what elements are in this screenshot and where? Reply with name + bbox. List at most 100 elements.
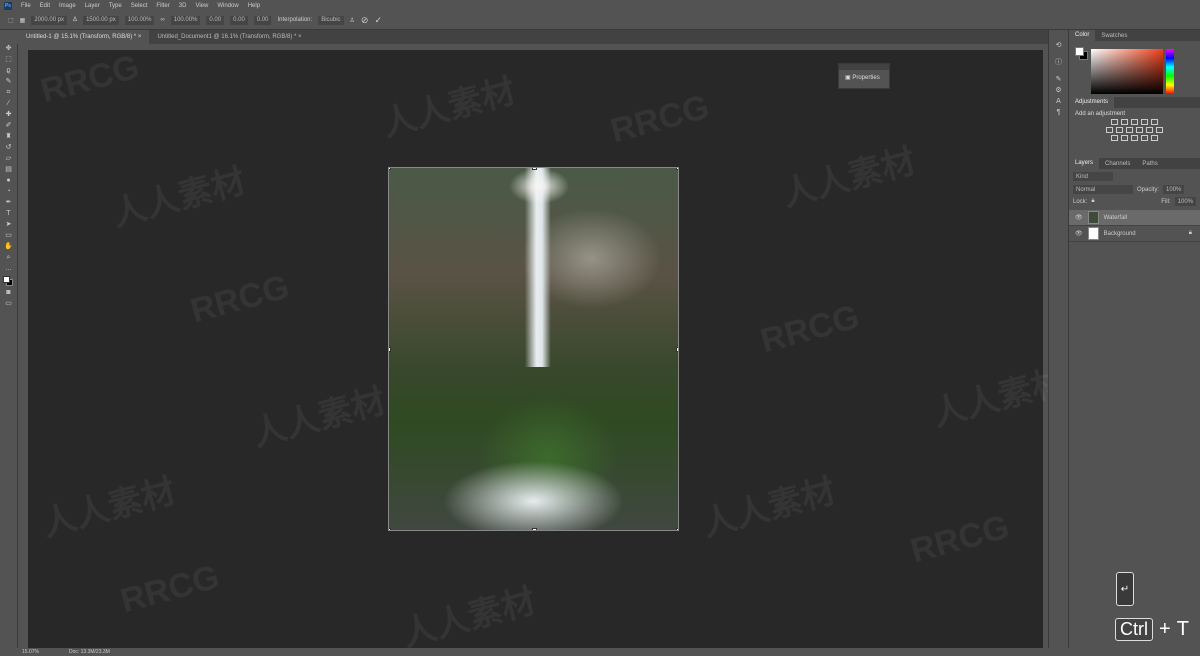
healing-tool-icon[interactable]: ✚ — [4, 111, 14, 118]
cancel-icon[interactable]: ⊘ — [361, 15, 369, 26]
link-icon[interactable]: ∞ — [160, 17, 164, 23]
foreground-swatch[interactable] — [1075, 47, 1084, 56]
angle-field[interactable]: 0.00 — [206, 15, 225, 25]
transform-icon[interactable]: ⬚ — [8, 17, 14, 24]
quick-mask-icon[interactable]: ◙ — [4, 289, 14, 296]
brush-settings-icon[interactable]: ✎ — [1054, 76, 1064, 83]
eraser-tool-icon[interactable]: ▱ — [4, 155, 14, 162]
info-icon[interactable]: ⓘ — [1054, 59, 1064, 66]
transform-handle[interactable] — [532, 528, 537, 530]
enter-key-overlay: ↵ — [1116, 572, 1134, 606]
move-tool-icon[interactable]: ✥ — [4, 45, 14, 52]
menu-file[interactable]: File — [21, 3, 31, 9]
hand-tool-icon[interactable]: ✋ — [4, 243, 14, 250]
zoom-level[interactable]: 15.07% — [22, 649, 39, 655]
more-tools-icon[interactable]: … — [4, 265, 14, 272]
stamp-tool-icon[interactable]: ♜ — [4, 133, 14, 140]
menu-select[interactable]: Select — [131, 3, 148, 9]
plus-sign: + — [1159, 618, 1171, 640]
adjustment-icons-row[interactable] — [1075, 135, 1194, 141]
menu-type[interactable]: Type — [109, 3, 122, 9]
t-key: T — [1176, 618, 1189, 640]
menu-window[interactable]: Window — [217, 3, 238, 9]
screen-mode-icon[interactable]: ▭ — [4, 300, 14, 307]
tab-document-1[interactable]: Untitled-1 @ 15.1% (Transform, RGB/8) * … — [18, 30, 150, 44]
clone-source-icon[interactable]: ⚙ — [1054, 87, 1064, 94]
y-field[interactable]: 1500.00 px — [83, 15, 119, 25]
shape-tool-icon[interactable]: ▭ — [4, 232, 14, 239]
lasso-tool-icon[interactable]: ϱ — [4, 67, 14, 74]
menu-layer[interactable]: Layer — [85, 3, 100, 9]
color-field[interactable] — [1091, 49, 1163, 94]
dodge-tool-icon[interactable]: ◔ — [4, 188, 14, 195]
blend-mode-select[interactable]: Normal — [1073, 185, 1133, 194]
menu-view[interactable]: View — [195, 3, 208, 9]
menu-3d[interactable]: 3D — [179, 3, 187, 9]
width-field[interactable]: 100.00% — [124, 15, 155, 25]
transform-handle[interactable] — [389, 168, 391, 170]
pen-tool-icon[interactable]: ✒ — [4, 199, 14, 206]
color-swatches[interactable] — [0, 276, 17, 288]
tab-channels[interactable]: Channels — [1099, 161, 1136, 167]
transform-handle[interactable] — [676, 347, 678, 352]
paragraph-icon[interactable]: ¶ — [1054, 109, 1064, 116]
transform-handle[interactable] — [676, 528, 678, 530]
reference-point-icon[interactable]: ▦ — [20, 17, 26, 24]
opacity-field[interactable]: 100% — [1163, 185, 1185, 194]
type-tool-icon[interactable]: T — [4, 210, 14, 217]
waterfall-photo[interactable] — [388, 167, 679, 531]
transform-handle[interactable] — [389, 347, 391, 352]
height-field[interactable]: 100.00% — [170, 15, 201, 25]
eyedropper-tool-icon[interactable]: ⁄ — [4, 100, 14, 107]
transform-handle[interactable] — [676, 168, 678, 170]
tab-paths[interactable]: Paths — [1136, 161, 1163, 167]
transform-handle[interactable] — [532, 168, 537, 170]
tab-document-2[interactable]: Untitled_Document1 @ 16.1% (Transform, R… — [149, 30, 310, 44]
close-icon[interactable]: × — [298, 34, 302, 40]
brush-tool-icon[interactable]: ✐ — [4, 122, 14, 129]
tab-color[interactable]: Color — [1069, 30, 1096, 41]
interpolation-select[interactable]: Bicubic — [318, 15, 344, 25]
visibility-eye-icon[interactable]: 👁︎ — [1075, 214, 1083, 221]
transform-handle[interactable] — [389, 528, 391, 530]
tab-label: Untitled-1 @ 15.1% (Transform, RGB/8) * — [26, 34, 137, 40]
layer-row-background[interactable]: 👁︎ Background 🔒︎ — [1069, 226, 1200, 242]
lock-label: Lock: — [1073, 198, 1088, 205]
menu-help[interactable]: Help — [248, 3, 260, 9]
zoom-tool-icon[interactable]: ⌕ — [4, 254, 14, 261]
photoshop-logo: Ps — [4, 1, 12, 10]
history-icon[interactable]: ⟲ — [1054, 42, 1064, 49]
vskew-field[interactable]: 0.00 — [253, 15, 272, 25]
marquee-tool-icon[interactable]: ⬚ — [4, 56, 14, 63]
history-brush-tool-icon[interactable]: ↺ — [4, 144, 14, 151]
tab-adjustments[interactable]: Adjustments — [1069, 97, 1115, 108]
tab-layers[interactable]: Layers — [1069, 158, 1100, 169]
x-field[interactable]: 2000.00 px — [31, 15, 68, 25]
fill-field[interactable]: 100% — [1174, 197, 1196, 206]
crop-tool-icon[interactable]: ⌗ — [4, 89, 14, 96]
menu-filter[interactable]: Filter — [156, 3, 169, 9]
menu-image[interactable]: Image — [59, 3, 76, 9]
foreground-color[interactable] — [3, 276, 10, 283]
hskew-field[interactable]: 0.00 — [230, 15, 248, 25]
lock-icon[interactable]: 🔒︎ — [1091, 198, 1094, 205]
close-icon[interactable]: × — [138, 34, 142, 40]
visibility-eye-icon[interactable]: 👁︎ — [1075, 230, 1083, 237]
hue-slider[interactable] — [1166, 49, 1174, 94]
adjustment-icons-row[interactable] — [1075, 119, 1194, 125]
path-select-tool-icon[interactable]: ➤ — [4, 221, 14, 228]
menu-edit[interactable]: Edit — [40, 3, 50, 9]
menu-bar: Ps File Edit Image Layer Type Select Fil… — [0, 0, 1200, 11]
lock-row: Lock: 🔒︎ Fill: 100% — [1069, 195, 1200, 208]
gradient-tool-icon[interactable]: ▤ — [4, 166, 14, 173]
warp-icon[interactable]: ♙ — [350, 17, 355, 24]
layer-row-waterfall[interactable]: 👁︎ Waterfall — [1069, 210, 1200, 226]
character-icon[interactable]: A — [1054, 98, 1064, 105]
kind-filter-select[interactable]: Kind — [1073, 172, 1113, 181]
tab-swatches[interactable]: Swatches — [1095, 33, 1133, 39]
quick-select-tool-icon[interactable]: ✎ — [4, 78, 14, 85]
properties-panel[interactable]: ▣ Properties — [838, 63, 890, 89]
blur-tool-icon[interactable]: ● — [4, 177, 14, 184]
commit-icon[interactable]: ✓ — [374, 15, 382, 26]
adjustment-icons-row[interactable] — [1075, 127, 1194, 133]
